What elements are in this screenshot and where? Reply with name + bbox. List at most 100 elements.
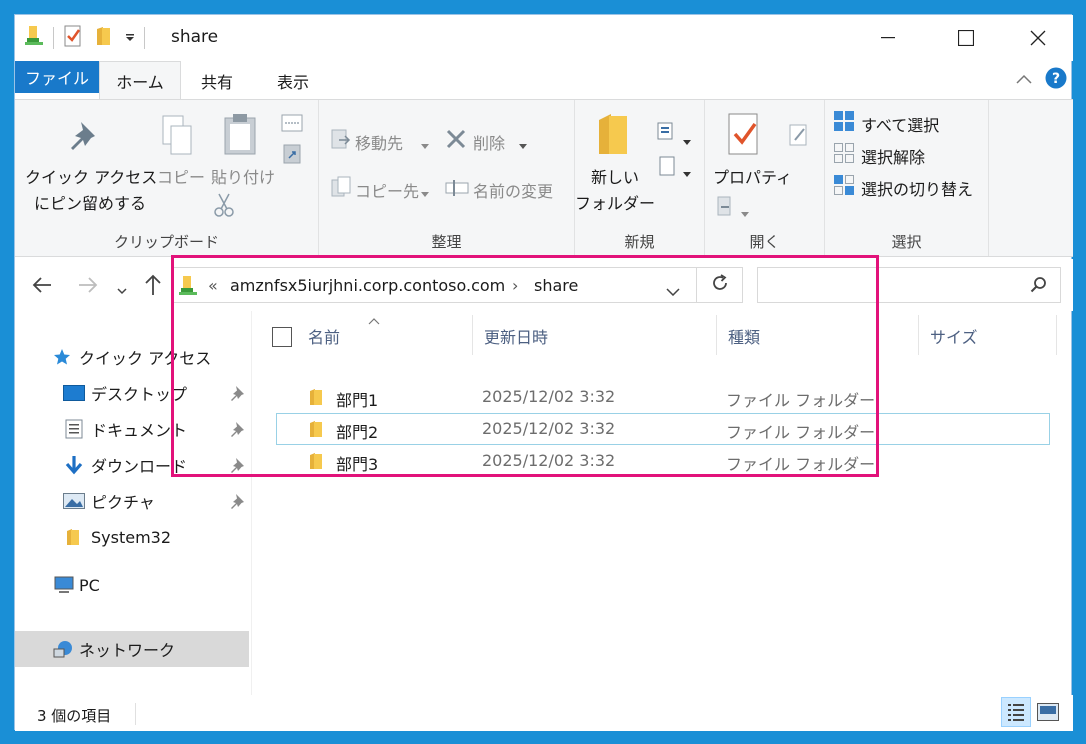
file-row[interactable]: 部門3 2025/12/02 3:32 ファイル フォルダー — [276, 445, 1050, 477]
open-dropdown-icon[interactable] — [741, 204, 749, 222]
network-share-icon — [23, 24, 45, 52]
paste-label[interactable]: 貼り付け — [211, 164, 275, 188]
nav-network[interactable]: ネットワーク — [15, 631, 249, 667]
address-overflow[interactable]: « — [208, 276, 218, 295]
new-folder-large-icon[interactable] — [595, 112, 631, 162]
nav-pc[interactable]: PC — [15, 567, 251, 603]
nav-item-downloads[interactable]: ダウンロード — [15, 447, 251, 483]
search-box[interactable] — [757, 267, 1061, 303]
history-icon[interactable] — [717, 196, 739, 222]
file-type: ファイル フォルダー — [726, 423, 876, 442]
pin-icon — [229, 421, 245, 441]
invert-selection-icon[interactable] — [833, 174, 855, 200]
delete-dropdown-icon[interactable] — [519, 136, 527, 154]
paste-shortcut-icon[interactable] — [283, 142, 301, 168]
minimize-button[interactable] — [857, 15, 919, 61]
copy-label[interactable]: コピー — [157, 164, 205, 188]
rename-label[interactable]: 名前の変更 — [473, 178, 553, 202]
refresh-button[interactable] — [697, 267, 743, 303]
nav-item-pictures[interactable]: ピクチャ — [15, 483, 251, 519]
properties-icon[interactable] — [62, 24, 84, 52]
organize-group-label: 整理 — [431, 233, 462, 251]
delete-icon[interactable] — [445, 128, 467, 154]
select-all-icon[interactable] — [833, 110, 855, 136]
easy-access-dropdown-icon[interactable] — [683, 164, 691, 182]
nav-item-system32[interactable]: System32 — [15, 519, 251, 555]
new-item-dropdown-icon[interactable] — [683, 132, 691, 150]
back-icon[interactable] — [31, 275, 53, 299]
tab-view[interactable]: 表示 — [263, 63, 323, 99]
select-all-label[interactable]: すべて選択 — [861, 112, 939, 136]
search-icon[interactable] — [1030, 276, 1048, 298]
select-all-checkbox[interactable] — [272, 327, 292, 351]
title-bar: share — [15, 15, 1073, 61]
network-icon — [53, 639, 75, 663]
folder-icon — [308, 419, 324, 443]
move-to-dropdown-icon[interactable] — [421, 136, 429, 154]
new-folder-icon[interactable] — [94, 25, 114, 51]
copy-to-label[interactable]: コピー先 — [355, 178, 419, 202]
copy-path-icon[interactable] — [281, 114, 303, 136]
column-size[interactable]: サイズ — [930, 311, 978, 361]
copy-icon[interactable] — [159, 114, 195, 164]
file-row[interactable]: 部門2 2025/12/02 3:32 ファイル フォルダー — [276, 413, 1050, 445]
computer-icon — [53, 575, 75, 599]
new-folder-label-1[interactable]: 新しい — [575, 164, 655, 188]
paste-icon[interactable] — [221, 112, 261, 162]
easy-access-icon[interactable] — [659, 156, 677, 180]
ribbon: クイック アクセス にピン留めする コピー 貼り付け クリップボード 移動先 削… — [15, 99, 1073, 257]
pin-icon — [229, 493, 245, 513]
close-button[interactable] — [1007, 15, 1069, 61]
properties-large-icon[interactable] — [725, 112, 765, 162]
edit-icon[interactable] — [789, 124, 809, 150]
address-bar[interactable]: « amznfsx5iurjhni.corp.contoso.com › sha… — [171, 267, 697, 303]
pin-to-quick-access-label-2[interactable]: にピン留めする — [25, 190, 155, 214]
move-to-label[interactable]: 移動先 — [355, 130, 403, 154]
large-icons-view-icon[interactable] — [1037, 703, 1059, 725]
delete-label[interactable]: 削除 — [473, 130, 505, 154]
customize-toolbar-icon[interactable] — [124, 29, 136, 47]
select-none-icon[interactable] — [833, 142, 855, 168]
file-row[interactable]: 部門1 2025/12/02 3:32 ファイル フォルダー — [276, 381, 1050, 413]
explorer-window: share ファイル ホーム 共有 表示 ? クイック アクセス にピン留めする… — [14, 14, 1073, 731]
invert-selection-label[interactable]: 選択の切り替え — [861, 176, 973, 200]
column-type[interactable]: 種類 — [728, 311, 760, 361]
maximize-button[interactable] — [935, 15, 997, 61]
column-name[interactable]: 名前 — [308, 311, 340, 361]
copy-to-icon[interactable] — [331, 176, 353, 202]
nav-quick-access[interactable]: クイック アクセス — [15, 339, 251, 375]
address-separator[interactable]: › — [512, 276, 518, 295]
address-segment-host[interactable]: amznfsx5iurjhni.corp.contoso.com — [230, 276, 505, 295]
details-view-icon[interactable] — [1001, 697, 1031, 731]
address-dropdown-icon[interactable] — [666, 282, 680, 300]
move-to-icon[interactable] — [331, 128, 351, 154]
nav-item-documents[interactable]: ドキュメント — [15, 411, 251, 447]
cut-icon[interactable] — [213, 192, 235, 222]
select-none-label[interactable]: 選択解除 — [861, 144, 925, 168]
up-icon[interactable] — [143, 273, 163, 301]
pin-to-quick-access-label-1[interactable]: クイック アクセス — [25, 164, 157, 188]
pin-icon[interactable] — [67, 118, 103, 162]
new-folder-label-2[interactable]: フォルダー — [575, 190, 655, 214]
file-modified: 2025/12/02 3:32 — [482, 451, 616, 470]
nav-item-downloads-label: ダウンロード — [91, 457, 188, 476]
address-segment-share[interactable]: share — [534, 276, 578, 295]
organize-group: 移動先 削除 コピー先 名前の変更 整理 — [319, 100, 575, 256]
copy-to-dropdown-icon[interactable] — [421, 184, 429, 202]
file-name: 部門1 — [336, 391, 379, 410]
nav-item-desktop[interactable]: デスクトップ — [15, 375, 251, 411]
collapse-ribbon-icon[interactable] — [1015, 71, 1033, 89]
rename-icon[interactable] — [445, 180, 469, 200]
tab-file[interactable]: ファイル — [15, 61, 99, 93]
clipboard-group-label: クリップボード — [113, 233, 219, 251]
forward-icon[interactable] — [77, 275, 99, 299]
column-modified[interactable]: 更新日時 — [484, 311, 548, 361]
help-icon[interactable]: ? — [1045, 67, 1067, 93]
new-item-icon[interactable] — [657, 122, 679, 146]
file-list: 名前 更新日時 種類 サイズ 部門1 2025/12/02 3:32 ファイル … — [251, 311, 1071, 695]
recent-locations-icon[interactable] — [117, 281, 127, 299]
properties-label[interactable]: プロパティ — [713, 164, 792, 188]
pictures-icon — [63, 493, 85, 513]
tab-home[interactable]: ホーム — [99, 61, 181, 99]
tab-share[interactable]: 共有 — [187, 63, 247, 99]
